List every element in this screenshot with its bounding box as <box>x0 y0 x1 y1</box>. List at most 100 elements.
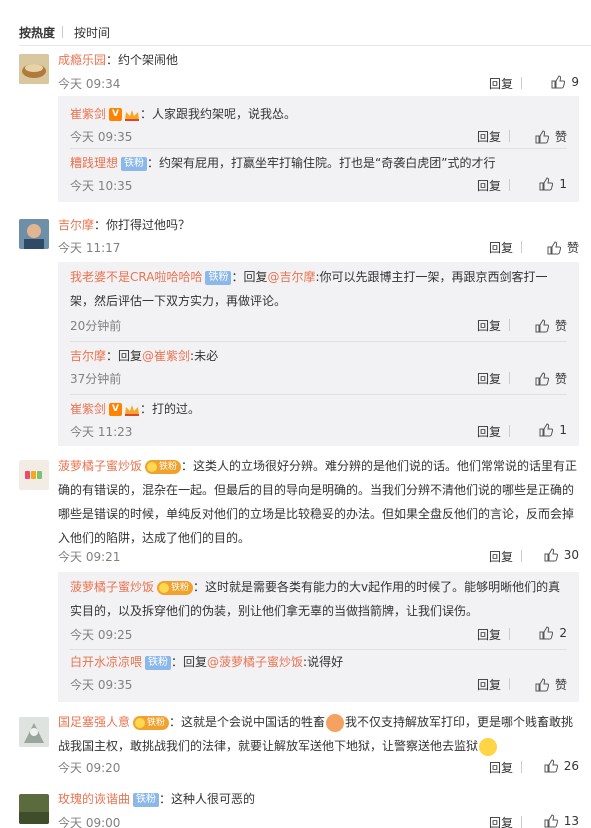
reply-mention[interactable]: @吉尔摩 <box>267 270 315 284</box>
like-button[interactable]: 2 <box>539 626 567 640</box>
sort-by-hot-tab[interactable]: 按热度 <box>19 24 55 41</box>
comment-content: ：这就是个会说中国话的牲畜 <box>169 715 326 729</box>
like-button[interactable]: 1 <box>539 423 567 437</box>
reply-mention[interactable]: @菠萝橘子蜜炒饭 <box>207 655 303 669</box>
reply-time: 37分钟前 <box>70 372 122 386</box>
action-separator <box>521 77 522 89</box>
avatar[interactable] <box>19 717 49 747</box>
reply-item: 糟践理想 铁粉 ：约架有屁用，打赢坐牢打输住院。打也是“奇袭白虎团”式的才行 今天 … <box>58 149 579 202</box>
thumb-up-icon <box>551 75 566 89</box>
comment-username[interactable]: 玫瑰的诙谐曲 <box>58 792 130 806</box>
smile-emoji-icon <box>479 737 498 756</box>
crown-icon <box>125 109 140 121</box>
crown-icon <box>125 404 140 416</box>
comment-actions: 回复 9 <box>459 75 579 91</box>
comment-text: 菠萝橘子蜜炒饭 铁粉 ：这类人的立场很好分辨。难分辨的是他们说的话。他们常常说的话里… <box>58 454 580 550</box>
like-button[interactable]: 赞 <box>547 239 579 256</box>
reply-username[interactable]: 白开水凉凉喂 <box>70 655 142 669</box>
reply-username[interactable]: 我老婆不是CRA啦哈哈哈 <box>70 270 202 284</box>
reply-button[interactable]: 回复 <box>477 317 501 334</box>
comment-content: ：约个架闹他 <box>106 53 179 67</box>
reply-item: 崔紫剑 V ：人家跟我约架呢，说我怂。 今天 09:35 回复 赞 <box>58 96 579 148</box>
action-separator <box>509 372 510 384</box>
like-count: 赞 <box>554 678 567 692</box>
action-separator <box>509 319 510 331</box>
sweat-emoji-icon <box>326 713 345 732</box>
like-button[interactable]: 赞 <box>535 370 567 387</box>
level-badge-icon: 铁粉 <box>145 459 182 474</box>
action-separator <box>509 425 510 437</box>
avatar[interactable] <box>19 219 49 249</box>
thumb-up-icon <box>547 240 561 254</box>
avatar[interactable] <box>19 54 49 84</box>
sort-separator <box>62 26 63 38</box>
like-button[interactable]: 9 <box>551 75 579 89</box>
like-button[interactable]: 30 <box>544 548 579 562</box>
fan-badge: 铁粉 <box>205 270 232 285</box>
like-button[interactable]: 1 <box>539 177 567 191</box>
reply-button[interactable]: 回复 <box>477 177 501 194</box>
reply-button[interactable]: 回复 <box>477 370 501 387</box>
reply-actions: 回复 1 <box>447 423 567 439</box>
reply-text: 白开水凉凉喂 铁粉 ：回复@菠萝橘子蜜炒饭:说得好 <box>70 650 570 674</box>
comment-time: 今天 09:34 <box>58 77 121 91</box>
reply-button[interactable]: 回复 <box>489 759 513 776</box>
comment-content: ：这种人很可恶的 <box>159 792 256 806</box>
reply-button[interactable]: 回复 <box>489 814 513 828</box>
reply-list: 我老婆不是CRA啦哈哈哈 铁粉 ：回复@吉尔摩:你可以先跟博主打一架，再跟京西剑客打… <box>58 262 579 446</box>
reply-content: ：人家跟我约架呢，说我怂。 <box>140 107 297 121</box>
level-badge-icon: 铁粉 <box>133 715 170 730</box>
comment-username[interactable]: 成瘾乐园 <box>58 53 106 67</box>
reply-username[interactable]: 吉尔摩 <box>70 349 106 363</box>
reply-actions: 回复 2 <box>447 626 567 642</box>
comment-actions: 回复 赞 <box>459 239 579 255</box>
reply-actions: 回复 1 <box>447 177 567 193</box>
like-count: 1 <box>559 423 567 437</box>
action-separator <box>521 241 522 253</box>
reply-username[interactable]: 崔紫剑 <box>70 402 106 416</box>
reply-time: 今天 09:35 <box>70 130 133 144</box>
reply-text: 菠萝橘子蜜炒饭 铁粉 ：这时就是需要各类有能力的大v起作用的时候了。能够明晰他们的真… <box>70 575 570 623</box>
like-count: 1 <box>559 177 567 191</box>
reply-username[interactable]: 菠萝橘子蜜炒饭 <box>70 580 154 594</box>
reply-button[interactable]: 回复 <box>477 423 501 440</box>
like-count: 26 <box>563 759 579 773</box>
avatar[interactable] <box>19 460 49 490</box>
avatar[interactable] <box>19 794 49 824</box>
like-count: 赞 <box>566 241 579 255</box>
comment-username[interactable]: 菠萝橘子蜜炒饭 <box>58 459 142 473</box>
comment-username[interactable]: 吉尔摩 <box>58 218 94 232</box>
reply-username[interactable]: 糟践理想 <box>70 156 118 170</box>
thumb-up-icon <box>535 677 549 691</box>
thumb-up-icon <box>535 129 549 143</box>
reply-actions: 回复 赞 <box>447 317 567 333</box>
reply-username[interactable]: 崔紫剑 <box>70 107 106 121</box>
action-separator <box>509 130 510 142</box>
reply-button[interactable]: 回复 <box>489 548 513 565</box>
like-button[interactable]: 赞 <box>535 676 567 693</box>
sort-divider <box>19 45 591 46</box>
reply-content: ：约架有屁用，打赢坐牢打输住院。打也是“奇袭白虎团”式的才行 <box>147 156 496 170</box>
reply-item: 吉尔摩：回复@崔紫剑:未必 37分钟前 回复 赞 <box>58 342 579 394</box>
comment-content: ：你打得过他吗？ <box>94 218 191 232</box>
comment-username[interactable]: 国足塞强人意 <box>58 715 130 729</box>
reply-button[interactable]: 回复 <box>489 75 513 92</box>
reply-button[interactable]: 回复 <box>477 626 501 643</box>
comment-time: 今天 09:20 <box>58 761 121 775</box>
reply-button[interactable]: 回复 <box>489 239 513 256</box>
sort-by-time-tab[interactable]: 按时间 <box>74 24 110 41</box>
like-button[interactable]: 赞 <box>535 128 567 145</box>
reply-button[interactable]: 回复 <box>477 676 501 693</box>
reply-time: 今天 11:23 <box>70 425 133 439</box>
fan-badge: 铁粉 <box>133 792 160 807</box>
like-button[interactable]: 13 <box>544 814 579 828</box>
like-button[interactable]: 赞 <box>535 317 567 334</box>
like-button[interactable]: 26 <box>544 759 579 773</box>
reply-time: 今天 09:35 <box>70 678 133 692</box>
reply-text: 崔紫剑 V ：人家跟我约架呢，说我怂。 <box>70 102 570 126</box>
comment-text: 玫瑰的诙谐曲 铁粉 ：这种人很可恶的 <box>58 787 580 811</box>
reply-list: 菠萝橘子蜜炒饭 铁粉 ：这时就是需要各类有能力的大v起作用的时候了。能够明晰他们的真… <box>58 572 579 702</box>
reply-mention[interactable]: @崔紫剑 <box>142 349 190 363</box>
reply-prefix: ：回复 <box>171 655 208 669</box>
reply-button[interactable]: 回复 <box>477 128 501 145</box>
